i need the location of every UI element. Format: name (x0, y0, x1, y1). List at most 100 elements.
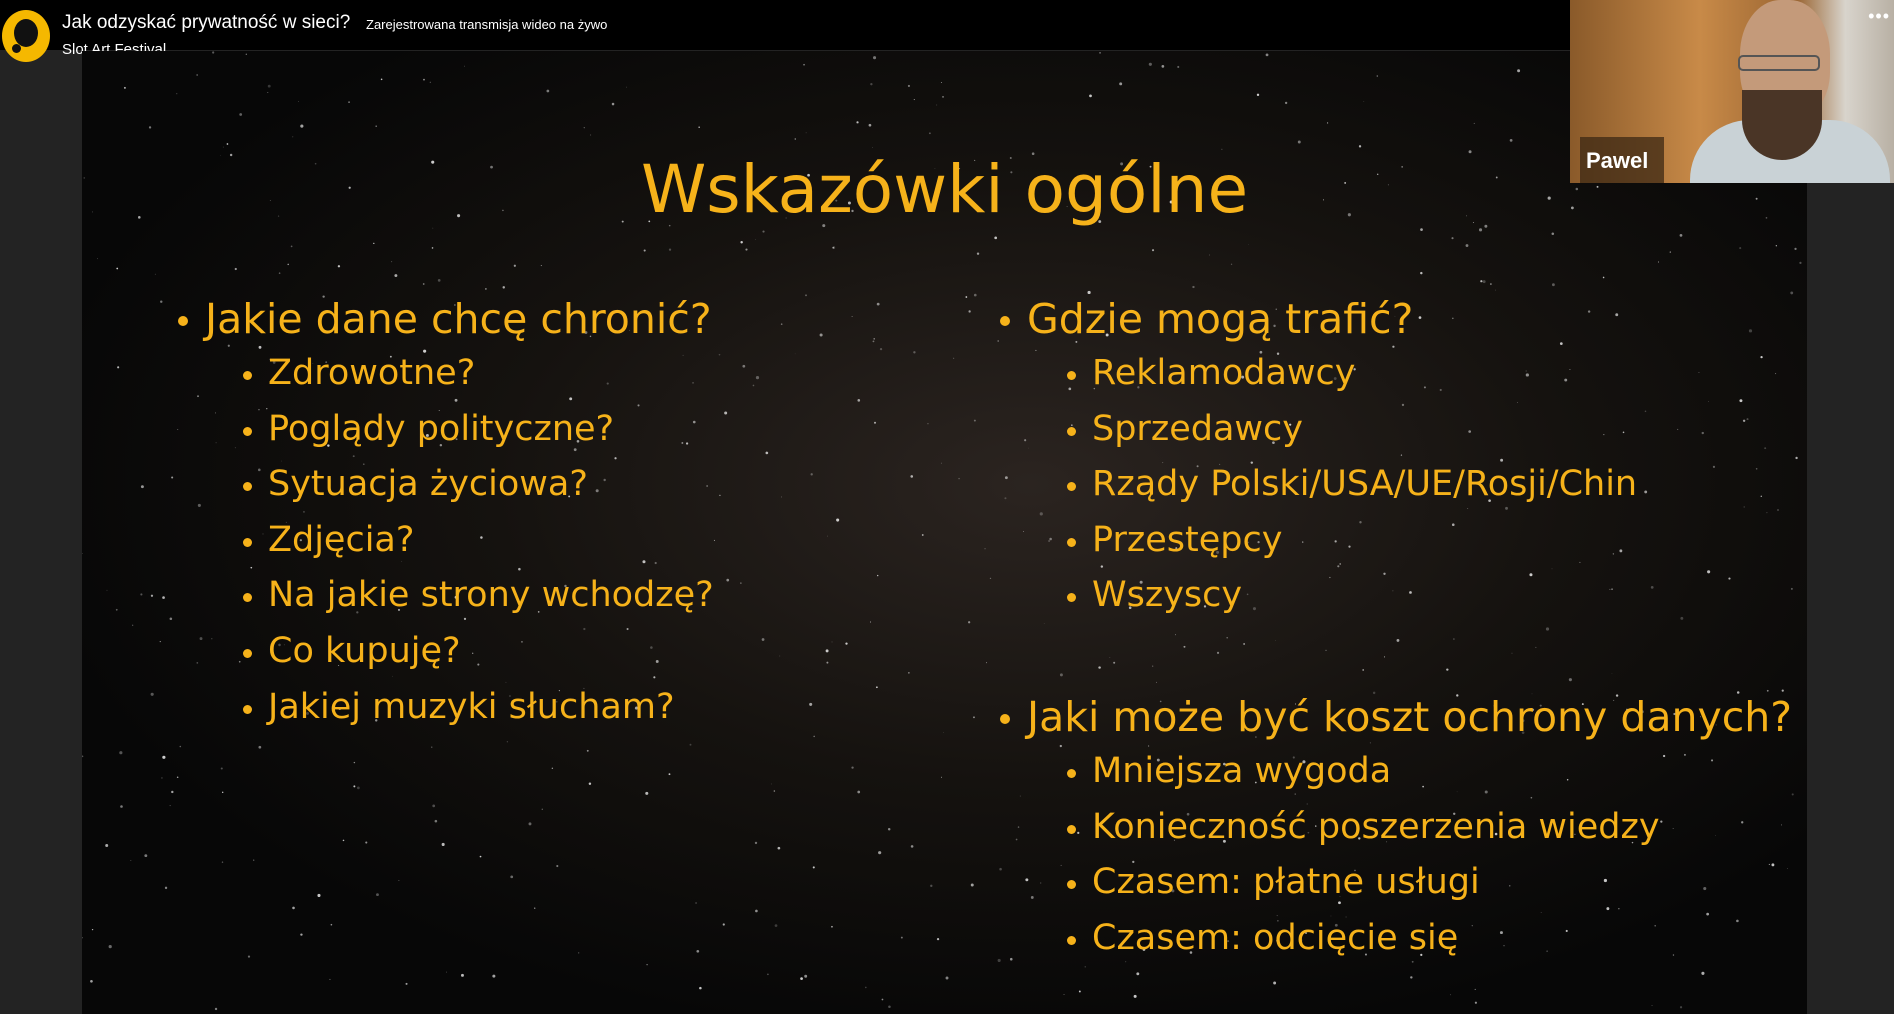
star (1741, 821, 1744, 824)
star (1480, 280, 1483, 283)
star (196, 661, 199, 664)
star (1706, 912, 1710, 916)
star (968, 310, 971, 313)
star (1017, 826, 1020, 828)
star (1775, 373, 1777, 375)
star (1611, 672, 1613, 674)
star (1786, 867, 1788, 869)
star (1708, 401, 1709, 403)
star (290, 245, 293, 248)
star (342, 839, 345, 842)
star (376, 893, 379, 897)
star (794, 353, 796, 355)
bullet-item: Sytuacja życiowa? (268, 464, 588, 505)
star (1698, 372, 1700, 373)
star (300, 124, 304, 128)
star (159, 640, 161, 643)
star (506, 741, 509, 743)
star (300, 933, 303, 936)
star (595, 489, 599, 493)
bullet-icon (243, 371, 252, 380)
star (1362, 669, 1364, 671)
star (446, 971, 447, 973)
star (234, 447, 236, 449)
star (123, 86, 126, 89)
star (973, 419, 976, 422)
star (755, 376, 760, 380)
bullet-icon (178, 316, 188, 326)
star (1568, 678, 1572, 682)
star (1019, 795, 1021, 797)
star (873, 56, 877, 60)
star (144, 854, 148, 858)
star (726, 578, 730, 582)
more-options-icon[interactable]: ••• (1868, 6, 1890, 27)
star (317, 893, 321, 897)
bullet-icon (1067, 824, 1076, 834)
star (1246, 593, 1249, 596)
star (115, 608, 118, 611)
star (645, 791, 649, 795)
star (391, 261, 393, 263)
star (82, 553, 83, 554)
star (745, 248, 748, 251)
star (140, 485, 144, 489)
star (1156, 681, 1157, 683)
star (1450, 994, 1452, 996)
star (1422, 785, 1424, 788)
star (1791, 793, 1794, 796)
star (1587, 310, 1591, 313)
star (394, 274, 398, 278)
bullet-item: Zdjęcia? (268, 519, 415, 560)
star (1474, 1001, 1477, 1004)
star (401, 560, 403, 562)
star (215, 442, 217, 444)
star (214, 1007, 218, 1011)
star (1503, 945, 1505, 947)
star (851, 315, 853, 317)
star (239, 113, 243, 116)
star (1410, 976, 1413, 979)
star (1004, 476, 1008, 480)
star (1743, 506, 1745, 508)
star (330, 923, 333, 926)
star (1039, 512, 1043, 516)
star (1771, 863, 1775, 867)
star (1760, 495, 1762, 497)
star (606, 382, 609, 385)
star (1089, 94, 1092, 98)
star (1383, 656, 1386, 658)
star (1662, 754, 1666, 758)
star (1221, 148, 1223, 150)
bullet-item: Czasem: płatne usługi (1092, 862, 1480, 903)
star (984, 548, 986, 550)
star (1535, 646, 1537, 648)
star (881, 998, 884, 1001)
star (197, 395, 199, 398)
star (234, 267, 237, 271)
star (865, 986, 867, 989)
star (150, 692, 154, 696)
star (872, 340, 875, 343)
star (774, 924, 778, 927)
star (1473, 122, 1475, 125)
bullet-icon (243, 426, 252, 436)
star (1248, 244, 1249, 245)
star (1680, 616, 1684, 620)
star (348, 101, 350, 104)
star (590, 134, 592, 136)
star (692, 420, 696, 424)
star (1148, 62, 1152, 66)
star (154, 273, 156, 275)
star (878, 851, 882, 855)
star (1284, 101, 1288, 105)
star (1043, 623, 1045, 624)
star (1612, 553, 1615, 555)
bullet-icon (243, 537, 252, 547)
star (930, 884, 933, 888)
star (1216, 651, 1220, 654)
participant-video[interactable]: Pawel ••• (1570, 0, 1894, 183)
star (942, 95, 944, 98)
star (1325, 649, 1327, 651)
star (1679, 233, 1683, 237)
